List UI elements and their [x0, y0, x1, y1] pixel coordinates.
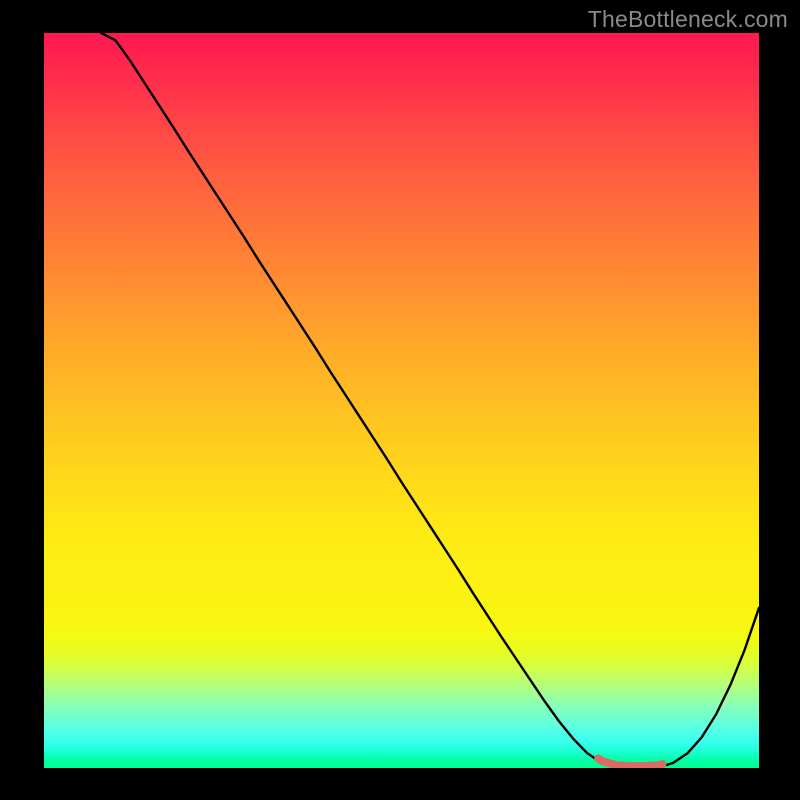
bottleneck-curve — [44, 33, 759, 768]
chart-frame: TheBottleneck.com — [0, 0, 800, 800]
watermark-text: TheBottleneck.com — [588, 6, 788, 33]
plot-area — [44, 33, 759, 768]
curve-highlight — [598, 758, 662, 766]
curve-path — [101, 33, 759, 768]
